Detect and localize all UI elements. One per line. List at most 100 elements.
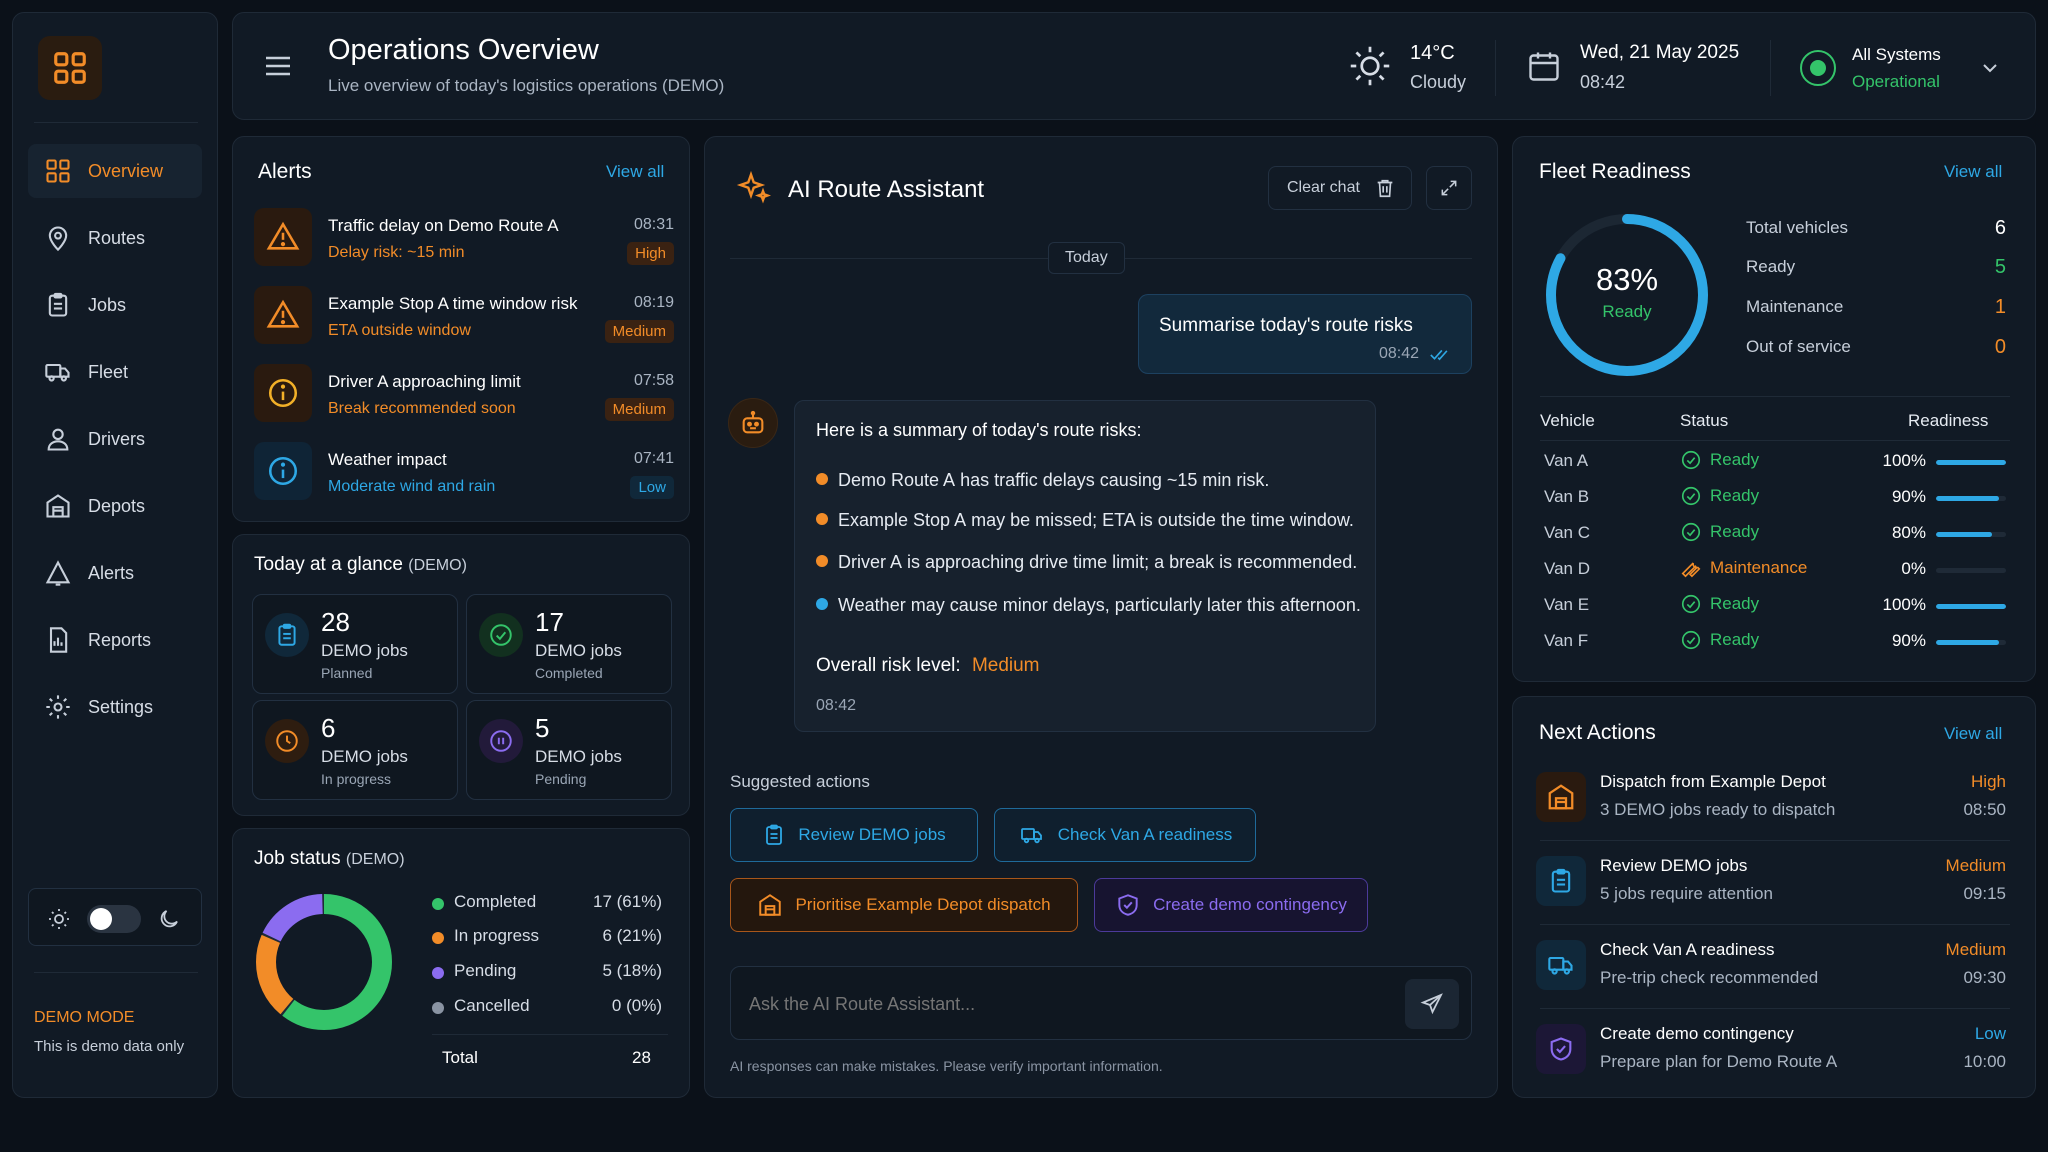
sidebar-item-jobs[interactable]: Jobs — [28, 278, 202, 332]
sidebar-divider — [34, 972, 198, 973]
glance-number: 17 — [535, 607, 564, 637]
legend-item: Pending 5 (18%) — [432, 961, 662, 987]
action-icon-wrap — [1536, 940, 1586, 990]
legend-label: Completed — [454, 892, 537, 911]
send-button[interactable] — [1405, 979, 1459, 1029]
glance-in-progress[interactable]: 6 DEMO jobs In progress — [252, 700, 458, 800]
alert-item[interactable]: Weather impact Moderate wind and rain 07… — [254, 440, 674, 504]
theme-toggle[interactable] — [28, 888, 202, 946]
action-divider — [1540, 1008, 2010, 1009]
glance-pending[interactable]: 5 DEMO jobs Pending — [466, 700, 672, 800]
action-item[interactable]: Dispatch from Example Depot 3 DEMO jobs … — [1536, 766, 2010, 836]
alert-item[interactable]: Example Stop A time window risk ETA outs… — [254, 284, 674, 348]
glance-planned[interactable]: 28 DEMO jobs Planned — [252, 594, 458, 694]
next-actions-view-all[interactable]: View all — [1944, 724, 2002, 744]
action-priority: High — [1971, 772, 2006, 791]
fleet-percent-label: Ready — [1602, 302, 1652, 321]
alert-title: Traffic delay on Demo Route A — [328, 216, 559, 235]
sidebar-item-settings[interactable]: Settings — [28, 680, 202, 734]
demo-mode-note: This is demo data only — [34, 1038, 185, 1055]
ai-disclaimer: AI responses can make mistakes. Please v… — [730, 1058, 1163, 1074]
readiness-bar — [1936, 460, 2006, 465]
risk-bullet: Example Stop A may be missed; ETA is out… — [816, 510, 1354, 531]
create-contingency-button[interactable]: Create demo contingency — [1094, 878, 1368, 932]
vehicle-status: Ready — [1680, 593, 1759, 615]
gear-icon — [46, 695, 70, 719]
alert-item[interactable]: Traffic delay on Demo Route A Delay risk… — [254, 206, 674, 270]
legend-label: Pending — [454, 961, 517, 980]
glance-title: Today at a glance (DEMO) — [254, 554, 467, 576]
action-time: 10:00 — [1963, 1052, 2006, 1071]
action-divider — [1540, 840, 2010, 841]
action-item[interactable]: Check Van A readiness Pre-trip check rec… — [1536, 934, 2010, 1004]
expand-button[interactable] — [1426, 166, 1472, 210]
table-row[interactable]: Van D Maintenance 0% — [1544, 555, 2008, 585]
button-label: Create demo contingency — [1153, 895, 1347, 914]
table-row[interactable]: Van E Ready 100% — [1544, 591, 2008, 621]
review-jobs-button[interactable]: Review DEMO jobs — [730, 808, 978, 862]
alert-level-badge: Medium — [604, 320, 674, 343]
sidebar-item-overview[interactable]: Overview — [28, 144, 202, 198]
glance-label: DEMO jobs — [535, 641, 622, 660]
table-row[interactable]: Van F Ready 90% — [1544, 627, 2008, 657]
menu-icon[interactable] — [262, 50, 294, 82]
sidebar-item-alerts[interactable]: Alerts — [28, 546, 202, 600]
alert-subtitle: Moderate wind and rain — [328, 478, 496, 495]
stat-ready-label: Ready — [1746, 257, 1796, 276]
action-item[interactable]: Review DEMO jobs 5 jobs require attentio… — [1536, 850, 2010, 920]
fleet-title: Fleet Readiness — [1539, 160, 1691, 183]
legend-item: In progress 6 (21%) — [432, 926, 662, 952]
sidebar-item-drivers[interactable]: Drivers — [28, 412, 202, 466]
chevron-down-icon[interactable] — [1978, 56, 2002, 80]
sidebar-item-routes[interactable]: Routes — [28, 211, 202, 265]
alert-title: Weather impact — [328, 450, 447, 469]
clear-chat-button[interactable]: Clear chat — [1268, 166, 1412, 210]
bot-message-time: 08:42 — [816, 697, 857, 714]
map-pin-icon — [48, 226, 68, 252]
table-row[interactable]: Van A Ready 100% — [1544, 447, 2008, 477]
page-title: Operations Overview — [328, 34, 599, 66]
risk-label: Overall risk level: — [816, 655, 961, 676]
action-icon-wrap — [1536, 1024, 1586, 1074]
action-title: Review DEMO jobs — [1600, 856, 1748, 875]
stat-maintenance-label: Maintenance — [1746, 297, 1844, 316]
bullet-dot — [816, 473, 828, 485]
robot-icon — [742, 410, 764, 434]
legend-item: Completed 17 (61%) — [432, 892, 662, 918]
fleet-view-all[interactable]: View all — [1944, 162, 2002, 182]
toggle-switch[interactable] — [87, 905, 141, 933]
glance-sublabel: Pending — [535, 771, 587, 787]
table-row[interactable]: Van C Ready 80% — [1544, 519, 2008, 549]
assistant-input[interactable] — [749, 985, 1369, 1023]
sparkle-icon — [736, 170, 772, 204]
header-divider — [1495, 40, 1496, 96]
fleet-percent: 83% — [1595, 262, 1659, 297]
next-actions-title: Next Actions — [1539, 721, 1656, 744]
bullet-bold: Example Stop A — [838, 510, 967, 530]
glance-completed[interactable]: 17 DEMO jobs Completed — [466, 594, 672, 694]
truck-icon — [1548, 956, 1573, 975]
vehicle-status: Ready — [1680, 485, 1759, 507]
alert-item[interactable]: Driver A approaching limit Break recomme… — [254, 362, 674, 426]
risk-bullet: Demo Route A has traffic delays causing … — [816, 470, 1269, 491]
alerts-view-all[interactable]: View all — [606, 162, 664, 182]
table-row[interactable]: Van B Ready 90% — [1544, 483, 2008, 513]
grid-icon — [46, 159, 70, 183]
action-item[interactable]: Create demo contingency Prepare plan for… — [1536, 1018, 2010, 1088]
app-logo[interactable] — [38, 36, 102, 100]
sidebar-item-label: Depots — [88, 495, 146, 516]
action-time: 08:50 — [1963, 800, 2006, 819]
alert-level-badge: High — [627, 242, 674, 265]
demo-mode-label: DEMO MODE — [34, 1009, 135, 1026]
risk-bullet: Weather may cause minor delays, particul… — [816, 595, 1361, 616]
sidebar-item-reports[interactable]: Reports — [28, 613, 202, 667]
legend-value: 6 (21%) — [602, 926, 662, 945]
vehicle-readiness-pct: 100% — [1882, 595, 1926, 614]
legend-value: 0 (0%) — [611, 996, 662, 1015]
sidebar-item-depots[interactable]: Depots — [28, 479, 202, 533]
check-van-button[interactable]: Check Van A readiness — [994, 808, 1256, 862]
glance-number: 6 — [321, 713, 336, 743]
sidebar-item-fleet[interactable]: Fleet — [28, 345, 202, 399]
readiness-bar — [1936, 496, 2006, 501]
prioritise-dispatch-button[interactable]: Prioritise Example Depot dispatch — [730, 878, 1078, 932]
